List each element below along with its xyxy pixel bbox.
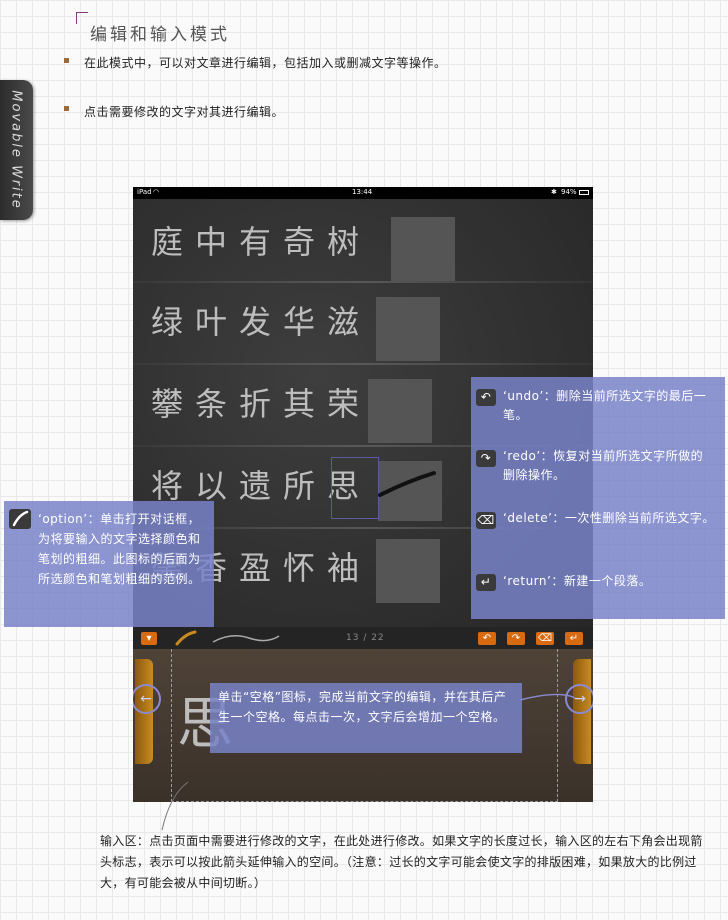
undo-description: ‘undo’：删除当前所选文字的最后一笔。 — [503, 389, 707, 422]
input-area-description: 输入区：点击页面中需要进行修改的文字，在此处进行修改。如果文字的长度过长，输入区… — [100, 834, 703, 890]
space-description: 单击“空格”图标，完成当前文字的编辑，并在其后产生一个空格。每点击一次，文字后会… — [218, 690, 507, 724]
redo-icon: ↷ — [476, 450, 496, 467]
space-callout: 单击“空格”图标，完成当前文字的编辑，并在其后产生一个空格。每点击一次，文字后会… — [210, 683, 522, 753]
redo-description: ‘redo’：恢复对当前所选文字所做的删除操作。 — [503, 449, 704, 482]
option-description: ‘option’：单击打开对话框，为将要输入的文字选择颜色和笔划的粗细。此图标的… — [38, 512, 201, 586]
feather-icon — [9, 509, 31, 529]
delete-icon: ⌫ — [476, 512, 496, 529]
return-icon: ↵ — [476, 574, 496, 591]
edit-buttons-callout: ↶ ‘undo’：删除当前所选文字的最后一笔。 ↷ ‘redo’：恢复对当前所选… — [471, 377, 725, 619]
option-callout: ‘option’：单击打开对话框，为将要输入的文字选择颜色和笔划的粗细。此图标的… — [4, 501, 214, 627]
delete-description: ‘delete’：一次性删除当前所选文字。 — [503, 511, 715, 525]
return-description: ‘return’：新建一个段落。 — [503, 574, 652, 588]
undo-icon: ↶ — [476, 389, 496, 406]
